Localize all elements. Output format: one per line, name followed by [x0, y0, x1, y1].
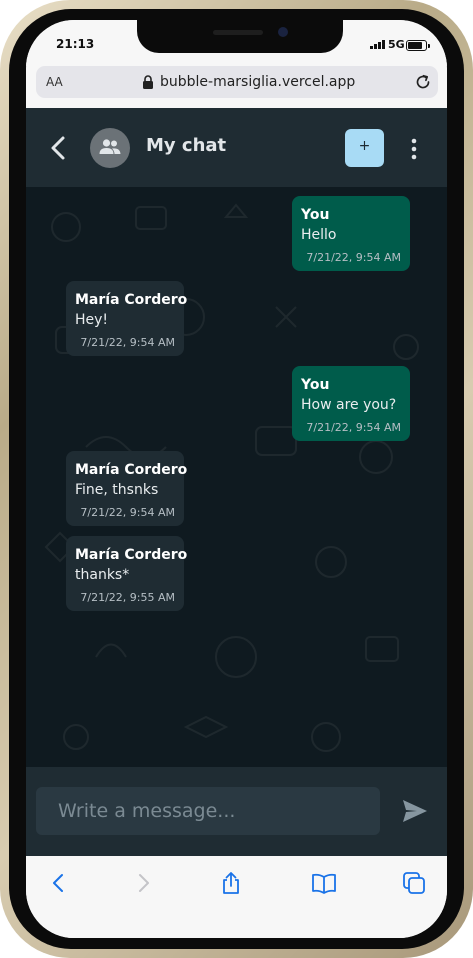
tabs-icon[interactable] [402, 871, 426, 895]
bookmarks-icon[interactable] [311, 871, 337, 895]
message-bubble: You How are you? 7/21/22, 9:54 AM [292, 366, 410, 441]
status-time: 21:13 [56, 37, 95, 51]
message-text: Hey! [75, 312, 109, 328]
message-sender: You [301, 377, 330, 393]
add-button-label: + [358, 138, 371, 154]
battery-icon [406, 40, 430, 51]
message-timestamp: 7/21/22, 9:54 AM [80, 506, 175, 519]
notch [137, 20, 343, 53]
message-bubble: María Cordero thanks* 7/21/22, 9:55 AM [66, 536, 188, 611]
chat-title: My chat [146, 135, 227, 156]
add-button[interactable]: + [345, 129, 384, 167]
chat-panel: My chat + You Hello 7/21/22, 9:54 AM Mar… [26, 108, 447, 856]
network-type: 5G [388, 38, 405, 51]
status-bar: 21:13 5G [26, 20, 447, 66]
notch-speaker [213, 30, 263, 35]
send-icon[interactable] [401, 797, 429, 825]
group-icon [99, 139, 121, 154]
message-text: Fine, thsnks [75, 482, 159, 498]
address-bar[interactable]: AA bubble-marsiglia.vercel.app [36, 66, 438, 98]
signal-icon [370, 40, 385, 49]
message-input[interactable] [36, 787, 380, 835]
share-icon[interactable] [219, 871, 243, 895]
message-bubble: You Hello 7/21/22, 9:54 AM [292, 196, 410, 271]
message-bubble: María Cordero Hey! 7/21/22, 9:54 AM [66, 281, 188, 356]
avatar[interactable] [90, 128, 130, 168]
message-timestamp: 7/21/22, 9:54 AM [80, 336, 175, 349]
browser-forward-icon[interactable] [131, 871, 155, 895]
lock-icon [143, 75, 153, 89]
browser-back-icon[interactable] [47, 871, 71, 895]
text-size-button[interactable]: AA [46, 75, 63, 89]
message-text: Hello [301, 227, 337, 243]
reload-icon[interactable] [413, 72, 433, 92]
vertical-dots-icon[interactable] [410, 137, 418, 161]
browser-toolbar [26, 856, 447, 938]
message-text: How are you? [301, 397, 397, 413]
chat-header: My chat + [26, 108, 447, 187]
phone-screen: 21:13 5G AA bubble-marsiglia.vercel.app [26, 20, 447, 938]
message-timestamp: 7/21/22, 9:55 AM [80, 591, 175, 604]
message-timestamp: 7/21/22, 9:54 AM [306, 251, 401, 264]
message-sender: You [301, 207, 330, 223]
message-bubble: María Cordero Fine, thsnks 7/21/22, 9:54… [66, 451, 188, 526]
message-sender: María Cordero [75, 462, 188, 478]
message-timestamp: 7/21/22, 9:54 AM [306, 421, 401, 434]
url-text[interactable]: bubble-marsiglia.vercel.app [160, 74, 355, 90]
chevron-left-icon[interactable] [50, 135, 66, 161]
message-sender: María Cordero [75, 292, 188, 308]
message-composer [26, 767, 447, 856]
message-text: thanks* [75, 567, 130, 583]
message-sender: María Cordero [75, 547, 188, 563]
front-camera [278, 27, 288, 37]
